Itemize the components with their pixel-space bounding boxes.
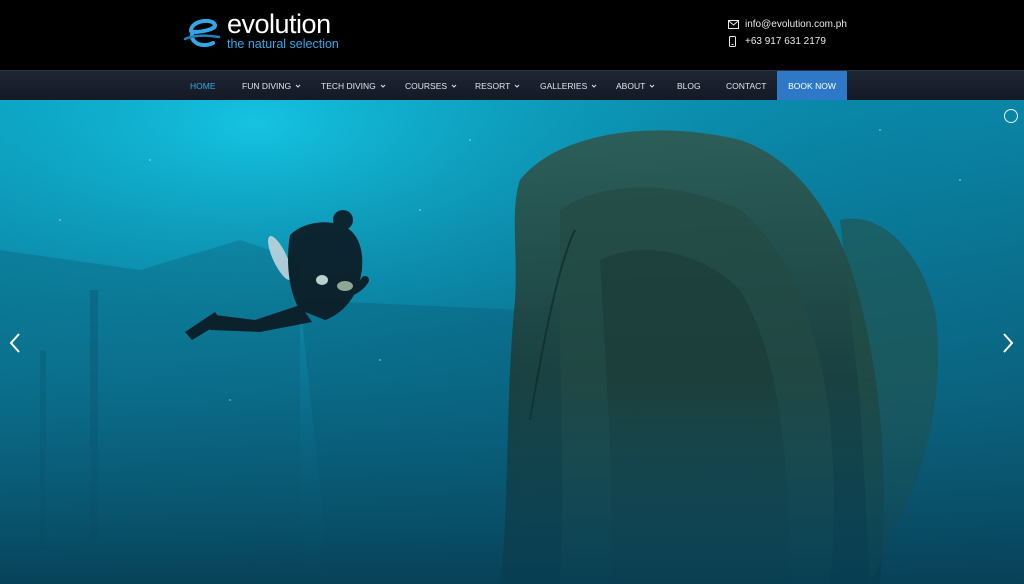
nav-item-about[interactable]: ABOUT [616, 71, 656, 100]
nav-label: CONTACT [726, 80, 767, 91]
nav-label: TECH DIVING [321, 80, 376, 91]
site-logo[interactable]: evolution the natural selection [183, 9, 353, 53]
chevron-down-icon [295, 84, 301, 88]
nav-item-contact[interactable]: CONTACT [726, 71, 766, 100]
nav-label: GALLERIES [540, 80, 588, 91]
hero-slider [0, 100, 1024, 584]
nav-label: COURSES [405, 80, 448, 91]
contact-phone[interactable]: +63 917 631 2179 [745, 36, 826, 47]
nav-label: RESORT [475, 80, 511, 91]
chevron-down-icon [591, 84, 597, 88]
nav-item-resort[interactable]: RESORT [475, 71, 521, 100]
book-now-button[interactable]: BOOK NOW [777, 71, 847, 100]
nav-item-fun-diving[interactable]: FUN DIVING [242, 71, 302, 100]
mobile-phone-icon [729, 36, 736, 47]
chevron-right-icon[interactable] [1001, 332, 1015, 354]
logo-tagline: the natural selection [227, 37, 339, 51]
nav-item-galleries[interactable]: GALLERIES [540, 71, 598, 100]
nav-item-courses[interactable]: COURSES [405, 71, 458, 100]
main-navigation: HOME FUN DIVING TECH DIVING COURSES RESO… [0, 70, 1024, 100]
hero-photo-underwater-wreck [0, 100, 1024, 584]
chevron-down-icon [380, 84, 386, 88]
chevron-left-icon[interactable] [8, 332, 22, 354]
nav-item-home[interactable]: HOME [190, 71, 216, 100]
logo-e-icon [183, 18, 221, 48]
logo-wordmark: evolution [227, 9, 331, 39]
envelope-icon [728, 20, 739, 29]
site-header: evolution the natural selection info@evo… [0, 0, 1024, 70]
chevron-down-icon [451, 84, 457, 88]
nav-label: ABOUT [616, 80, 646, 91]
chevron-down-icon [514, 84, 520, 88]
contact-email[interactable]: info@evolution.com.ph [745, 19, 847, 30]
nav-label: FUN DIVING [242, 80, 292, 91]
nav-label: HOME [190, 80, 216, 91]
contact-phone-row[interactable]: +63 917 631 2179 [728, 33, 847, 50]
nav-item-tech-diving[interactable]: TECH DIVING [321, 71, 387, 100]
header-contact: info@evolution.com.ph +63 917 631 2179 [728, 16, 847, 50]
slide-dot-icon[interactable] [1004, 109, 1018, 123]
chevron-down-icon [649, 84, 655, 88]
nav-item-blog[interactable]: BLOG [677, 71, 701, 100]
contact-email-row[interactable]: info@evolution.com.ph [728, 16, 847, 33]
nav-label: BLOG [677, 80, 701, 91]
